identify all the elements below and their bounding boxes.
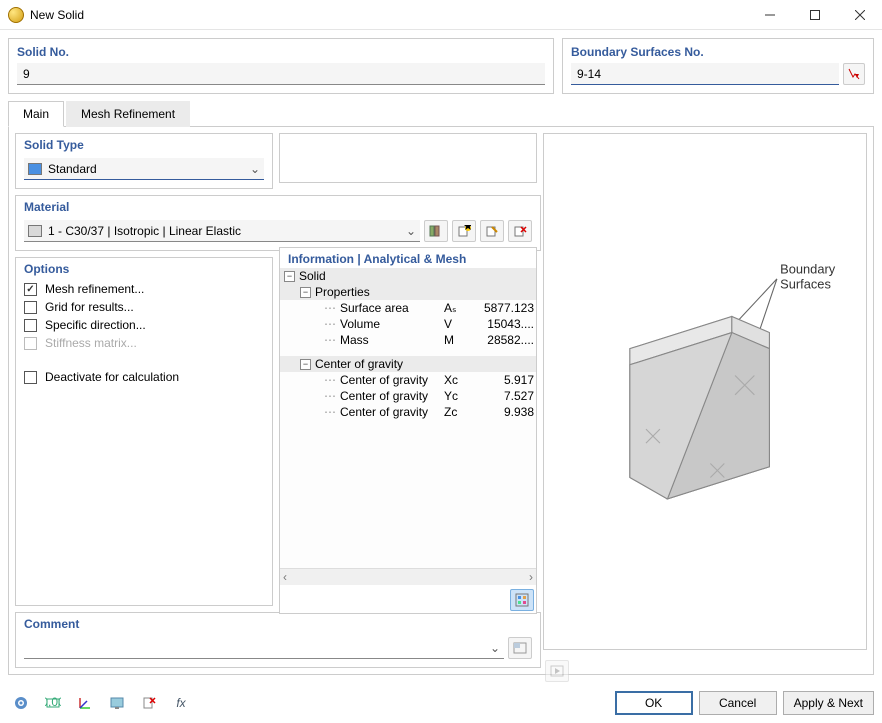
opt-specific-direction[interactable]: Specific direction...: [24, 318, 264, 332]
solid-no-label: Solid No.: [17, 45, 545, 59]
info-panel: Information | Analytical & Mesh −Solid −…: [279, 247, 537, 614]
options-group: Options Mesh refinement... Grid for resu…: [15, 257, 273, 606]
display-settings-button[interactable]: [104, 691, 130, 715]
blank-panel: [279, 133, 537, 183]
pick-surfaces-button[interactable]: [843, 63, 865, 85]
collapse-icon[interactable]: −: [300, 359, 311, 370]
svg-text:0,00: 0,00: [45, 695, 61, 709]
opt-stiff-label: Stiffness matrix...: [45, 336, 137, 350]
solid-preview-icon: Boundary Surfaces: [544, 134, 866, 649]
tab-mesh-refinement[interactable]: Mesh Refinement: [66, 101, 190, 127]
boundary-input[interactable]: [571, 63, 839, 85]
info-title: Information | Analytical & Mesh: [280, 248, 536, 268]
collapse-icon[interactable]: −: [300, 287, 311, 298]
checkbox-disabled-icon: [24, 337, 37, 350]
solid-type-value: Standard: [48, 162, 244, 176]
tab-main[interactable]: Main: [8, 101, 64, 127]
opt-mesh-label: Mesh refinement...: [45, 282, 144, 296]
minimize-button[interactable]: [747, 0, 792, 30]
checkbox-icon: [24, 319, 37, 332]
tab-bar: Main Mesh Refinement: [8, 100, 874, 127]
boundary-panel: Boundary Surfaces No.: [562, 38, 874, 94]
opt-mesh-refinement[interactable]: Mesh refinement...: [24, 282, 264, 296]
horizontal-scrollbar[interactable]: ‹›: [280, 568, 536, 585]
units-settings-button[interactable]: 0,00: [40, 691, 66, 715]
info-tree[interactable]: −Solid −Properties ⋯Surface areaAₛ5877.1…: [280, 268, 536, 568]
script-button[interactable]: fx: [168, 691, 194, 715]
opt-deactivate[interactable]: Deactivate for calculation: [24, 370, 264, 384]
close-button[interactable]: [837, 0, 882, 30]
svg-text:Boundary: Boundary: [780, 262, 836, 277]
opt-deact-label: Deactivate for calculation: [45, 370, 179, 384]
checkbox-icon: [24, 371, 37, 384]
animate-button[interactable]: [545, 660, 569, 682]
opt-grid-label: Grid for results...: [45, 300, 134, 314]
color-swatch-icon: [28, 163, 42, 175]
cancel-button[interactable]: Cancel: [699, 691, 777, 715]
solid-type-label: Solid Type: [24, 138, 264, 152]
checkbox-icon: [24, 301, 37, 314]
solid-type-group: Solid Type Standard ⌄: [15, 133, 273, 189]
options-label: Options: [24, 262, 264, 276]
opt-dir-label: Specific direction...: [45, 318, 146, 332]
svg-text:Surfaces: Surfaces: [780, 277, 831, 292]
checkbox-checked-icon: [24, 283, 37, 296]
solid-no-input[interactable]: [17, 63, 545, 85]
preview-panel: Boundary Surfaces: [543, 133, 867, 650]
opt-grid-results[interactable]: Grid for results...: [24, 300, 264, 314]
chevron-down-icon: ⌄: [250, 162, 260, 176]
maximize-button[interactable]: [792, 0, 837, 30]
opt-stiffness-matrix: Stiffness matrix...: [24, 336, 264, 350]
units-button[interactable]: [510, 589, 534, 611]
help-button[interactable]: [8, 691, 34, 715]
app-icon: [8, 7, 24, 23]
material-swatch-icon: [28, 225, 42, 237]
solid-no-panel: Solid No.: [8, 38, 554, 94]
apply-next-button[interactable]: Apply & Next: [783, 691, 874, 715]
titlebar: New Solid: [0, 0, 882, 30]
collapse-icon[interactable]: −: [284, 271, 295, 282]
ok-button[interactable]: OK: [615, 691, 693, 715]
boundary-label: Boundary Surfaces No.: [571, 45, 865, 59]
solid-type-combo[interactable]: Standard ⌄: [24, 158, 264, 180]
window-title: New Solid: [30, 8, 747, 22]
svg-text:fx: fx: [176, 696, 186, 710]
footer: 0,00 fx OK Cancel Apply & Next: [0, 683, 882, 723]
clear-button[interactable]: [136, 691, 162, 715]
coordinate-system-button[interactable]: [72, 691, 98, 715]
